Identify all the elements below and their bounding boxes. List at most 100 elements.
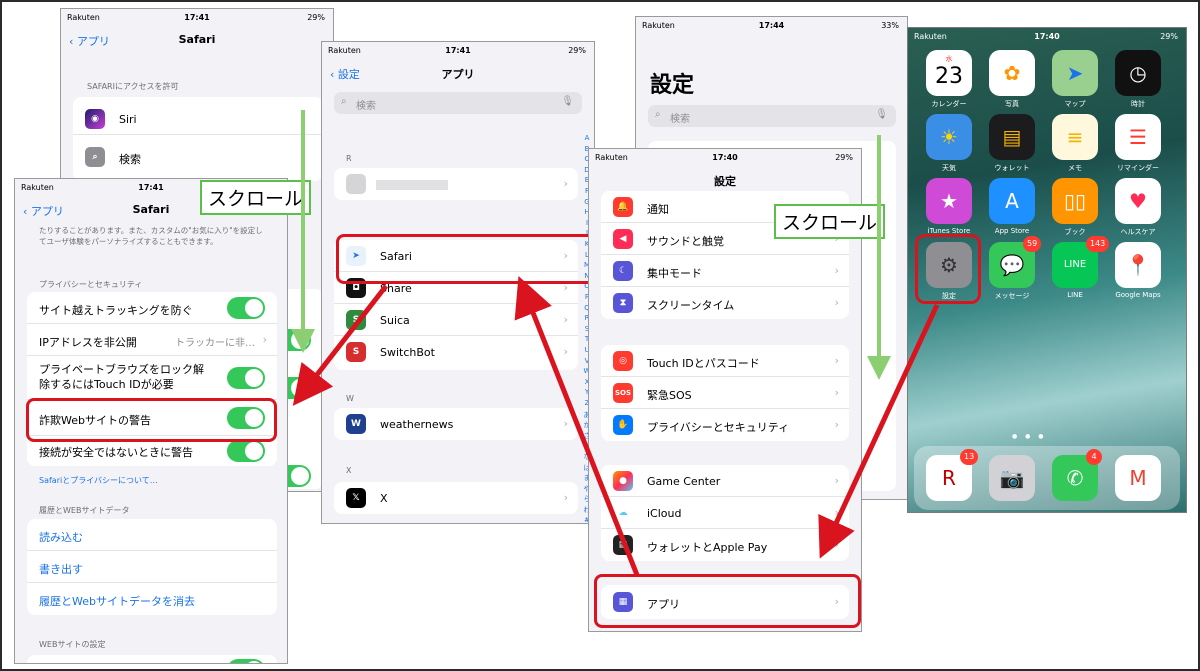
speaker-icon: ◀	[613, 229, 633, 249]
wallet-icon[interactable]: ▤	[989, 114, 1035, 160]
app-label: App Store	[994, 227, 1030, 235]
sos-icon: SOS	[613, 383, 633, 403]
weathernews-icon: W	[346, 414, 366, 434]
hourglass-icon: ⧗	[613, 293, 633, 313]
row-label: サイト越えトラッキングを防ぐ	[39, 304, 193, 317]
app-row-x[interactable]: 𝕏 X ›	[334, 482, 578, 514]
siri-row[interactable]: ◉ Siri	[73, 103, 323, 135]
page-title: アプリ	[441, 68, 475, 81]
access-group: ◉ Siri ⌕ 検索	[73, 97, 323, 181]
app-row-switchbot[interactable]: S SwitchBot ›	[334, 336, 578, 368]
row-label: 通知	[647, 203, 669, 216]
gmail-icon[interactable]: M	[1115, 455, 1161, 501]
toggle-switch[interactable]	[227, 659, 265, 663]
microphone-icon: 🎙	[875, 109, 888, 120]
app-label: リマインダー	[1117, 164, 1159, 172]
app-label: ウォレット	[994, 164, 1030, 172]
page-title: 設定	[714, 175, 736, 188]
w-apps-group: W weathernews ›	[334, 408, 578, 440]
emergency-sos-row[interactable]: SOS 緊急SOS ›	[601, 377, 849, 409]
clock-icon[interactable]: ◷	[1115, 50, 1161, 96]
chevron-right-icon: ›	[563, 491, 568, 504]
row-label: スクリーンタイム	[647, 299, 735, 312]
chevron-right-icon: ›	[834, 538, 839, 551]
health-icon[interactable]: ♥	[1115, 178, 1161, 224]
row-label: プライバシーとセキュリティ	[647, 421, 790, 434]
clear-history-label: 履歴とWebサイトデータを消去	[39, 595, 195, 608]
notes-icon[interactable]: ≡	[1052, 114, 1098, 160]
battery-label: 29%	[307, 13, 325, 22]
import-label: 読み込む	[39, 531, 83, 544]
fraud-warning-highlight-box	[26, 398, 277, 442]
time-label: 17:40	[712, 153, 738, 162]
app-name: weathernews	[380, 418, 454, 431]
notification-badge: 4	[1086, 449, 1102, 465]
focus-row[interactable]: ☾ 集中モード ›	[601, 255, 849, 287]
photos-icon[interactable]: ✿	[989, 50, 1035, 96]
nav-bar: ‹ 設定 アプリ	[322, 66, 594, 90]
row-label: Game Center	[647, 475, 721, 488]
search-field[interactable]: ⌕ 検索 🎙	[334, 92, 582, 114]
privacy-about-link[interactable]: Safariとプライバシーについて…	[39, 475, 158, 486]
suica-icon: S	[346, 310, 366, 330]
screen-time-row[interactable]: ⧗ スクリーンタイム ›	[601, 287, 849, 319]
maps-icon[interactable]: ➤	[1052, 50, 1098, 96]
app-label: カレンダー	[931, 100, 967, 108]
safari-highlight-box	[336, 234, 602, 284]
app-store-icon[interactable]: A	[989, 178, 1035, 224]
wallet-row[interactable]: ▤ ウォレットとApple Pay ›	[601, 529, 849, 561]
blurred-app-row[interactable]: ›	[334, 168, 578, 200]
weather-icon[interactable]: ☀	[926, 114, 972, 160]
import-row[interactable]: 読み込む	[27, 519, 277, 551]
books-icon[interactable]: ▯▯	[1052, 178, 1098, 224]
reminders-icon[interactable]: ☰	[1115, 114, 1161, 160]
chevron-right-icon: ›	[563, 177, 568, 190]
row-label: 緊急SOS	[647, 389, 692, 402]
magnifier-icon: ⌕	[341, 96, 347, 107]
calendar-icon[interactable]: 水 23	[926, 50, 972, 96]
hand-icon: ✋	[613, 415, 633, 435]
moon-icon: ☾	[613, 261, 633, 281]
section-letter: X	[346, 466, 352, 475]
app-label: メモ	[1068, 164, 1082, 172]
app-name: X	[380, 492, 388, 505]
private-browsing-lock-row[interactable]: プライベートブラウズをロック解除するにはTouch IDが必要	[27, 356, 277, 400]
apps-row-highlight-box	[594, 574, 861, 628]
index-letter[interactable]: A	[582, 134, 592, 142]
row-label: ウォレットとApple Pay	[647, 541, 768, 554]
chevron-right-icon: ›	[262, 333, 267, 346]
blurred-app-icon	[346, 174, 366, 194]
search-field[interactable]: ⌕ 検索 🎙	[648, 105, 896, 127]
itunes-store-icon[interactable]: ★	[926, 178, 972, 224]
icloud-row[interactable]: ☁ iCloud ›	[601, 497, 849, 529]
clear-history-row[interactable]: 履歴とWebサイトデータを消去	[27, 583, 277, 615]
app-row-weathernews[interactable]: W weathernews ›	[334, 408, 578, 440]
chevron-right-icon: ›	[834, 296, 839, 309]
google-maps-icon[interactable]: 📍	[1115, 242, 1161, 288]
toggle-switch[interactable]	[227, 440, 265, 462]
chevron-right-icon: ›	[834, 506, 839, 519]
chevron-right-icon: ›	[834, 264, 839, 277]
game-center-row[interactable]: ● Game Center ›	[601, 465, 849, 497]
cross-site-tracking-row[interactable]: サイト越えトラッキングを防ぐ	[27, 292, 277, 324]
toggle-switch[interactable]	[227, 367, 265, 389]
export-row[interactable]: 書き出す	[27, 551, 277, 583]
touch-id-row[interactable]: ◎ Touch IDとパスコード ›	[601, 345, 849, 377]
siri-icon: ◉	[85, 109, 105, 129]
section-letter: W	[346, 394, 354, 403]
toggle-switch[interactable]	[227, 297, 265, 319]
privacy-row[interactable]: ✋ プライバシーとセキュリティ ›	[601, 409, 849, 441]
notification-badge: 143	[1086, 236, 1110, 252]
app-label: 時計	[1131, 100, 1145, 108]
large-title: 設定	[650, 73, 695, 98]
app-label: マップ	[1064, 100, 1086, 108]
hide-ip-row[interactable]: IPアドレスを非公開 トラッカーに非… ›	[27, 324, 277, 356]
app-row-suica[interactable]: S Suica ›	[334, 304, 578, 336]
search-row[interactable]: ⌕ 検索	[73, 141, 323, 173]
history-section-header: 履歴とWEBサイトデータ	[39, 506, 130, 515]
search-placeholder: 検索	[670, 114, 690, 125]
camera-icon[interactable]: 📷	[989, 455, 1035, 501]
battery-label: 33%	[881, 21, 899, 30]
intro-text: たりすることがあります。また、カスタムの"お気に入り"を設定してユーザ体験をパー…	[39, 226, 263, 246]
row-label: IPアドレスを非公開	[39, 336, 137, 349]
